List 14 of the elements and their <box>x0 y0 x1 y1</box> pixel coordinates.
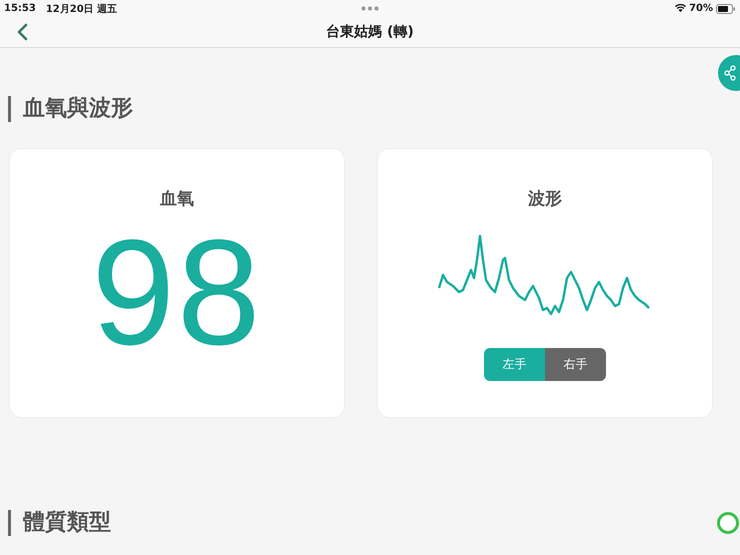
battery-icon <box>716 4 736 14</box>
status-time: 15:53 <box>4 3 36 14</box>
multitask-dots-icon[interactable] <box>361 6 379 11</box>
wifi-icon <box>675 4 686 13</box>
oxygen-value: 98 <box>92 222 262 362</box>
section-title: 體質類型 <box>8 510 111 536</box>
battery-percent: 70% <box>689 3 713 14</box>
card-title: 血氧 <box>160 188 194 210</box>
hand-tab[interactable]: 右手 <box>545 348 606 381</box>
back-icon[interactable] <box>16 23 28 41</box>
section-title: 血氧與波形 <box>8 96 713 122</box>
page-title: 台東姑媽 (轉) <box>326 23 414 41</box>
card-title: 波形 <box>528 188 562 210</box>
status-date: 12月20日 週五 <box>46 2 118 16</box>
